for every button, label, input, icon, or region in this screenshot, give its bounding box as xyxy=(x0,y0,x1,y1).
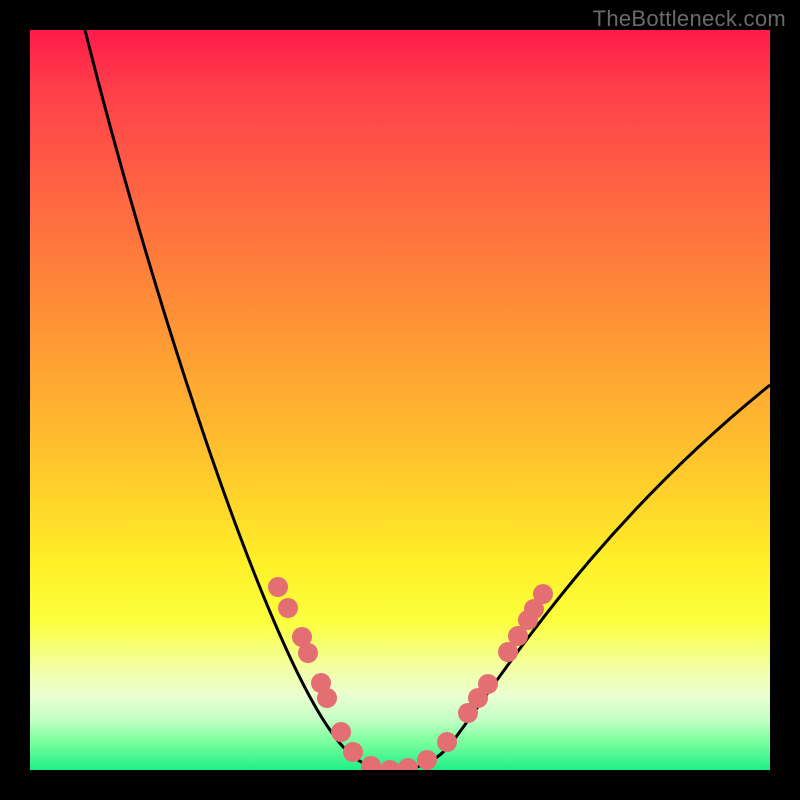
curve-marker xyxy=(268,577,288,597)
curve-marker xyxy=(398,758,418,770)
curve-marker xyxy=(278,598,298,618)
curve-markers xyxy=(268,577,553,770)
curve-marker xyxy=(298,643,318,663)
curve-marker xyxy=(361,756,381,770)
chart-svg xyxy=(30,30,770,770)
curve-marker xyxy=(380,760,400,770)
curve-marker xyxy=(533,584,553,604)
curve-marker xyxy=(417,750,437,770)
curve-marker xyxy=(478,674,498,694)
curve-marker xyxy=(343,742,363,762)
curve-line xyxy=(85,30,770,770)
curve-marker xyxy=(317,688,337,708)
curve-marker xyxy=(437,732,457,752)
chart-plot-area xyxy=(30,30,770,770)
outer-frame: TheBottleneck.com xyxy=(0,0,800,800)
watermark-text: TheBottleneck.com xyxy=(593,6,786,32)
curve-marker xyxy=(331,722,351,742)
